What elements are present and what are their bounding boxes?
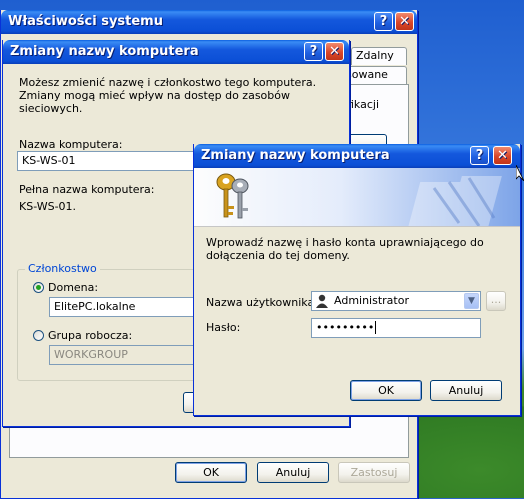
credentials-titlebar: Zmiany nazwy komputera ? ✕: [194, 144, 520, 168]
domain-radio[interactable]: [33, 282, 44, 293]
help-button[interactable]: ?: [374, 12, 393, 31]
rename-close-button[interactable]: ✕: [325, 42, 344, 61]
credentials-prompt: Wprowadź nazwę i hasło konta uprawniając…: [206, 236, 484, 262]
credentials-help-button[interactable]: ?: [470, 146, 489, 165]
credentials-cancel-button[interactable]: Anuluj: [430, 380, 502, 401]
workgroup-radio[interactable]: [33, 330, 44, 341]
apply-button[interactable]: Zastosuj: [338, 462, 410, 483]
full-name-label: Pełna nazwa komputera:: [19, 183, 155, 196]
tab-partial[interactable]: sowane: [341, 66, 407, 84]
rename-description: Możesz zmienić nazwę i członkostwo tego …: [19, 76, 317, 115]
domain-label[interactable]: Domena:: [48, 281, 98, 294]
partial-text: fikacji: [347, 98, 380, 111]
username-label: Nazwa użytkownika:: [206, 296, 318, 309]
password-input[interactable]: •••••••••: [311, 318, 481, 338]
window-title: Właściwości systemu: [8, 14, 163, 29]
user-icon: [316, 294, 328, 308]
full-name-value: KS-WS-01.: [19, 200, 77, 213]
keys-icon: [216, 173, 249, 219]
rename-title: Zmiany nazwy komputera: [10, 44, 199, 59]
credentials-title: Zmiany nazwy komputera: [201, 148, 390, 163]
browse-button[interactable]: ...: [486, 291, 506, 311]
tab-remote[interactable]: Zdalny: [351, 47, 407, 65]
system-properties-titlebar: Właściwości systemu ? ✕: [1, 10, 417, 34]
close-button[interactable]: ✕: [395, 12, 414, 31]
ok-button[interactable]: OK: [175, 462, 247, 483]
password-value: •••••••••: [316, 321, 375, 334]
credentials-dialog: Zmiany nazwy komputera ? ✕ Wprowadź nazw…: [193, 144, 521, 416]
username-combobox[interactable]: Administrator ▼: [311, 291, 481, 311]
credentials-close-button[interactable]: ✕: [493, 146, 512, 165]
credentials-ok-button[interactable]: OK: [350, 380, 422, 401]
mouse-pointer-icon: [516, 165, 524, 181]
computer-name-label: Nazwa komputera:: [19, 138, 123, 151]
text-cursor: [375, 321, 377, 334]
username-value: Administrator: [334, 294, 409, 307]
chevron-down-icon[interactable]: ▼: [464, 293, 479, 309]
membership-label: Członkostwo: [25, 262, 100, 275]
rename-titlebar: Zmiany nazwy komputera ? ✕: [3, 40, 349, 64]
cancel-button[interactable]: Anuluj: [257, 462, 329, 483]
workgroup-label[interactable]: Grupa robocza:: [48, 329, 132, 342]
credentials-banner: [194, 168, 520, 227]
password-label: Hasło:: [206, 321, 241, 334]
rename-help-button[interactable]: ?: [304, 42, 323, 61]
